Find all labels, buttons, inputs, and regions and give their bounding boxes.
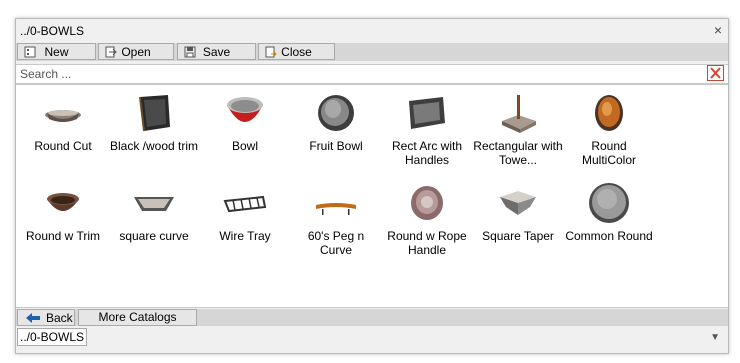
- more-catalogs-label: More Catalogs: [98, 310, 177, 324]
- search-row: [16, 64, 728, 84]
- bottom-bar: Back More Catalogs: [16, 309, 728, 326]
- round-trim-bowl-icon: [47, 193, 79, 211]
- item-label: Fruit Bowl: [309, 139, 363, 153]
- catalog-item-round-cut[interactable]: Round Cut: [18, 91, 108, 153]
- item-label: Round w Trim: [25, 229, 101, 243]
- catalog-item-fruit-bowl[interactable]: Fruit Bowl: [291, 91, 381, 153]
- round-multicolor-bowl-icon: [595, 95, 623, 131]
- catalog-item-bowl[interactable]: Bowl: [200, 91, 290, 153]
- catalog-item-square-curve[interactable]: square curve: [109, 181, 199, 243]
- item-label: Round w Rope Handle: [387, 229, 467, 257]
- catalog-grid: Round Cut Black /wood trim Bowl Fruit Bo…: [16, 84, 728, 308]
- save-button-label: Save: [202, 44, 231, 59]
- square-curve-tray-icon: [134, 197, 174, 211]
- back-button[interactable]: Back: [17, 309, 75, 326]
- rectangular-towel-tray-icon: [502, 95, 536, 133]
- save-button[interactable]: Save: [177, 43, 256, 60]
- item-label: Common Round: [565, 229, 653, 243]
- close-button-label: Close: [281, 44, 312, 59]
- fruit-bowl-icon: [318, 95, 354, 131]
- open-button[interactable]: Open: [98, 43, 174, 60]
- toolbar: New Open Save Close: [16, 43, 728, 61]
- black-wood-trim-bowl-icon: [139, 95, 170, 132]
- title-bar: ../0-BOWLS ×: [16, 19, 728, 43]
- common-round-bowl-icon: [589, 183, 629, 223]
- item-label: Rect Arc with Handles: [391, 139, 463, 167]
- chevron-down-icon[interactable]: ▼: [710, 332, 720, 343]
- item-label: Square Taper: [482, 229, 554, 243]
- rect-arc-tray-icon: [409, 97, 445, 129]
- item-label: Round MultiColor: [581, 139, 636, 167]
- item-label: Round Cut: [34, 139, 92, 153]
- catalog-item-round-w-rope-handle[interactable]: Round w Rope Handle: [382, 181, 472, 257]
- item-label: square curve: [119, 229, 189, 243]
- item-label: Black /wood trim: [109, 139, 199, 153]
- back-arrow-icon: [26, 313, 40, 323]
- catalog-item-60s-peg-n-curve[interactable]: 60's Peg n Curve: [291, 181, 381, 257]
- clear-search-icon: [710, 67, 721, 79]
- close-icon[interactable]: ×: [714, 22, 722, 38]
- catalog-item-black-wood-trim[interactable]: Black /wood trim: [109, 91, 199, 153]
- item-label: Rectangular with Towe...: [473, 139, 563, 167]
- catalog-tab[interactable]: ../0-BOWLS: [17, 328, 87, 346]
- more-catalogs-button[interactable]: More Catalogs: [78, 309, 197, 326]
- bowl-icon: [227, 97, 263, 122]
- open-button-label: Open: [121, 44, 151, 59]
- close-button[interactable]: Close: [258, 43, 335, 60]
- catalog-window: ../0-BOWLS × New Open Save Close Search …: [15, 18, 729, 354]
- catalog-item-round-w-trim[interactable]: Round w Trim: [18, 181, 108, 243]
- peg-curve-tray-icon: [316, 203, 356, 215]
- catalog-item-square-taper[interactable]: Square Taper: [473, 181, 563, 243]
- catalog-item-round-multicolor[interactable]: Round MultiColor: [564, 91, 654, 167]
- round-cut-bowl-icon: [45, 110, 81, 122]
- item-label: Bowl: [231, 139, 258, 153]
- new-button[interactable]: New: [17, 43, 96, 60]
- wire-tray-icon: [223, 195, 267, 213]
- window-title: ../0-BOWLS: [20, 24, 85, 38]
- catalog-item-wire-tray[interactable]: Wire Tray: [200, 181, 290, 243]
- catalog-item-rectangular-with-towel[interactable]: Rectangular with Towe...: [473, 91, 563, 167]
- rope-handle-bowl-icon: [411, 186, 443, 220]
- catalog-item-rect-arc-with-handles[interactable]: Rect Arc with Handles: [382, 91, 472, 167]
- catalog-item-common-round[interactable]: Common Round: [564, 181, 654, 243]
- back-button-label: Back: [46, 311, 73, 325]
- item-label: 60's Peg n Curve: [307, 229, 365, 257]
- new-button-label: New: [44, 44, 69, 59]
- search-input[interactable]: [20, 66, 680, 82]
- catalog-tab-label: ../0-BOWLS: [19, 330, 84, 344]
- square-taper-bowl-icon: [500, 191, 536, 215]
- item-label: Wire Tray: [219, 229, 271, 243]
- clear-search-button[interactable]: [707, 65, 724, 81]
